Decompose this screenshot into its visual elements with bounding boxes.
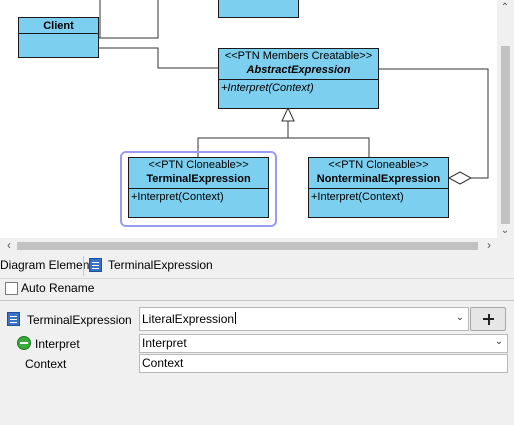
inheritance-arrow [281, 106, 295, 122]
class-name: AbstractExpression [246, 64, 351, 76]
compartment-divider [129, 188, 268, 189]
compartment-divider [309, 188, 448, 189]
chevron-right-icon[interactable]: › [482, 238, 496, 252]
class-stereotype: <<PTN Cloneable>> [328, 159, 429, 171]
text-caret [235, 312, 237, 324]
class-terminal-expression[interactable]: <<PTN Cloneable>> TerminalExpression +In… [128, 157, 269, 218]
auto-rename-checkbox[interactable] [5, 282, 18, 295]
tab-diagram-element[interactable]: Diagram Element [0, 258, 93, 272]
tab-divider [83, 256, 84, 276]
vertical-scroll-thumb[interactable] [501, 46, 510, 224]
parameter-label: Context [25, 357, 67, 371]
aggregation-diamond [447, 171, 473, 185]
class-name: TerminalExpression [146, 173, 251, 185]
class-client[interactable]: Client [18, 17, 99, 58]
operation-item: +Interpret(Context) [311, 191, 404, 203]
class-name-input[interactable]: LiteralExpression [139, 307, 469, 331]
parameter-value: Context [142, 356, 184, 370]
class-nonterminal-expression[interactable]: <<PTN Cloneable>> NonterminalExpression … [308, 157, 449, 218]
scrollbar-corner [497, 238, 514, 254]
chevron-up-icon[interactable]: ⌃ [498, 1, 512, 15]
chevron-down-icon[interactable]: ⌄ [492, 336, 506, 347]
auto-rename-label: Auto Rename [21, 281, 95, 295]
operation-select[interactable]: Interpret [139, 334, 508, 353]
class-abstract-expression[interactable]: <<PTN Members Creatable>> AbstractExpres… [218, 48, 379, 109]
generalization-line[interactable] [288, 137, 370, 158]
operation-item: +Interpret(Context) [221, 82, 314, 94]
class-stereotype: <<PTN Members Creatable>> [224, 50, 373, 62]
diagram-canvas[interactable]: Client <<PTN Members Creatable>> Abstrac… [0, 0, 497, 238]
compartment-divider [19, 33, 98, 34]
class-icon [7, 312, 20, 326]
association-line[interactable] [98, 47, 219, 69]
operation-value: Interpret [142, 336, 187, 350]
compartment-divider [219, 79, 378, 80]
partial-class-box[interactable] [218, 0, 299, 18]
operation-label: Interpret [35, 337, 80, 351]
chevron-left-icon[interactable]: ‹ [2, 238, 16, 252]
chevron-down-icon[interactable]: ⌄ [453, 312, 467, 323]
operation-icon [17, 336, 31, 350]
tab-selected-element[interactable]: TerminalExpression [108, 258, 213, 272]
horizontal-scroll-thumb[interactable] [17, 242, 478, 250]
class-icon [89, 258, 102, 272]
class-name: NonterminalExpression [316, 173, 441, 185]
chevron-down-icon[interactable]: ⌄ [498, 224, 512, 238]
class-name: Client [43, 20, 74, 32]
class-name-value: LiteralExpression [142, 312, 235, 326]
class-stereotype: <<PTN Cloneable>> [148, 159, 249, 171]
parameter-input[interactable]: Context [139, 354, 508, 373]
association-line[interactable] [98, 0, 159, 39]
operation-item: +Interpret(Context) [131, 191, 224, 203]
add-button[interactable] [470, 307, 506, 331]
class-name-label: TerminalExpression [27, 313, 132, 327]
